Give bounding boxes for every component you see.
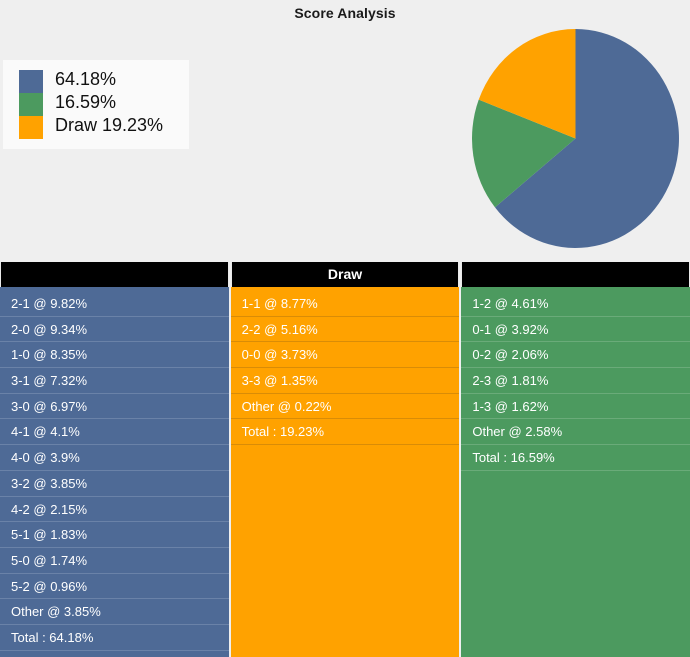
- pie-chart: [472, 29, 679, 248]
- table-row: 3-1 @ 7.32%: [0, 368, 229, 394]
- home-win-column-header: [0, 262, 229, 287]
- score-breakdown-table: 2-1 @ 9.82% 2-0 @ 9.34% 1-0 @ 8.35% 3-1 @ 7…: [0, 262, 690, 657]
- table-row: 2-1 @ 9.82%: [0, 291, 229, 317]
- home-win-column: 2-1 @ 9.82% 2-0 @ 9.34% 1-0 @ 8.35% 3-1 @ 7…: [0, 262, 229, 657]
- legend-label-stack: 64.18% 16.59% Draw 19.23%: [55, 68, 163, 137]
- chart-area: Score Analysis 64.18% 16.59% Draw 19.23%: [0, 0, 690, 262]
- table-row: 4-2 @ 2.15%: [0, 497, 229, 523]
- legend-label-draw: Draw 19.23%: [55, 115, 164, 135]
- table-row: 5-1 @ 1.83%: [0, 522, 229, 548]
- table-row: 3-3 @ 1.35%: [230, 368, 460, 394]
- legend-swatch-stack: [19, 70, 43, 139]
- draw-column-header: Draw: [230, 262, 460, 287]
- table-row: 1-2 @ 4.61%: [461, 291, 690, 317]
- table-row: 4-1 @ 4.1%: [0, 419, 229, 446]
- draw-swatch: [19, 116, 43, 139]
- home-win-column-body: 2-1 @ 9.82% 2-0 @ 9.34% 1-0 @ 8.35% 3-1 @ 7…: [0, 287, 229, 657]
- draw-column-body: 1-1 @ 8.77% 2-2 @ 5.16% 0-0 @ 3.73% 3-3 @ 1…: [230, 287, 460, 657]
- legend-label-away-win: 16.59%: [55, 92, 117, 112]
- away-win-column-header: [461, 262, 690, 287]
- table-row: 4-0 @ 3.9%: [0, 445, 229, 471]
- away-win-swatch: [19, 93, 43, 116]
- table-row: 2-0 @ 9.34%: [0, 317, 229, 343]
- table-row: 0-0 @ 3.73%: [230, 342, 460, 369]
- table-row: 0-1 @ 3.92%: [461, 317, 690, 343]
- table-row: 3-0 @ 6.97%: [0, 394, 229, 420]
- table-row: 1-1 @ 8.77%: [230, 291, 460, 317]
- draw-column: Draw 1-1 @ 8.77% 2-2 @ 5.16% 0-0 @ 3.73% 3-…: [230, 262, 460, 657]
- away-win-column-body: 1-2 @ 4.61% 0-1 @ 3.92% 0-2 @ 2.06% 2-3 @ 1…: [461, 287, 690, 657]
- table-row: Other @ 2.58%: [461, 419, 690, 446]
- table-row: 5-2 @ 0.96%: [0, 574, 229, 600]
- table-row: Total : 16.59%: [461, 445, 690, 471]
- table-row: 3-2 @ 3.85%: [0, 471, 229, 497]
- table-row: 5-0 @ 1.74%: [0, 548, 229, 574]
- table-row: Other @ 3.85%: [0, 599, 229, 625]
- table-row: Other @ 0.22%: [230, 394, 460, 420]
- home-win-swatch: [19, 70, 43, 93]
- table-row: 2-2 @ 5.16%: [230, 317, 460, 343]
- pie-chart-svg: [472, 29, 679, 248]
- table-row: 1-0 @ 8.35%: [0, 342, 229, 369]
- page-title: Score Analysis: [294, 5, 396, 21]
- table-row: 2-3 @ 1.81%: [461, 368, 690, 394]
- table-row: 0-2 @ 2.06%: [461, 342, 690, 369]
- table-row: Total : 64.18%: [0, 625, 229, 651]
- table-row: Total : 19.23%: [230, 419, 460, 446]
- table-row: 1-3 @ 1.62%: [461, 394, 690, 420]
- away-win-column: 1-2 @ 4.61% 0-1 @ 3.92% 0-2 @ 2.06% 2-3 @ 1…: [461, 262, 690, 657]
- legend-label-home-win: 64.18%: [55, 69, 117, 89]
- pie-legend: 64.18% 16.59% Draw 19.23%: [3, 60, 189, 149]
